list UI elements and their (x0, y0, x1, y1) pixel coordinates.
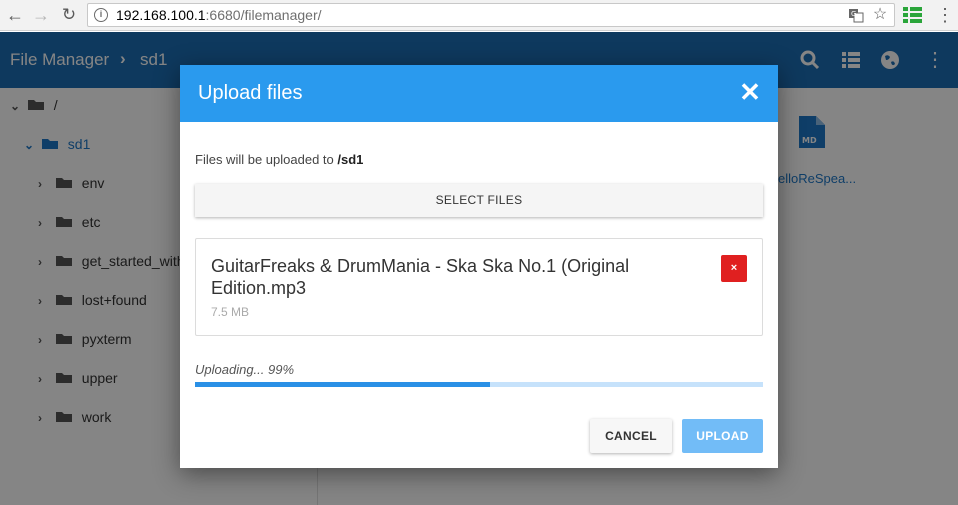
info-icon[interactable]: i (94, 8, 108, 22)
browser-menu-icon[interactable]: ⋮ (936, 4, 954, 26)
destination-text: Files will be uploaded to /sd1 (195, 152, 363, 167)
remove-file-button[interactable]: × (721, 255, 747, 282)
file-name: GuitarFreaks & DrumMania - Ska Ska No.1 … (211, 256, 630, 298)
address-bar[interactable]: i 192.168.100.1:6680/filemanager/ G ☆ (87, 3, 895, 27)
browser-toolbar: ← → ↻ i 192.168.100.1:6680/filemanager/ … (0, 0, 958, 31)
svg-text:G: G (851, 10, 856, 18)
select-files-button[interactable]: SELECT FILES (195, 184, 763, 217)
extension-icon[interactable] (903, 6, 923, 24)
translate-icon[interactable]: G (848, 7, 864, 23)
upload-button[interactable]: UPLOAD (682, 419, 763, 453)
progress-label: Uploading... 99% (195, 362, 295, 377)
upload-file-card: GuitarFreaks & DrumMania - Ska Ska No.1 … (195, 238, 763, 336)
cancel-button[interactable]: CANCEL (590, 419, 672, 453)
dialog-header: Upload files ✕ (180, 65, 778, 122)
close-icon[interactable]: ✕ (738, 79, 762, 105)
progress-bar (195, 382, 763, 387)
url-text: 192.168.100.1:6680/filemanager/ (116, 7, 322, 23)
url-host: 192.168.100.1 (116, 7, 206, 23)
star-icon[interactable]: ☆ (872, 7, 888, 23)
file-size: 7.5 MB (211, 305, 250, 319)
forward-arrow-icon[interactable]: → (30, 4, 52, 26)
destination-prefix: Files will be uploaded to (195, 152, 334, 167)
back-arrow-icon[interactable]: ← (4, 4, 26, 26)
url-path: :6680/filemanager/ (205, 7, 322, 23)
reload-icon[interactable]: ↻ (58, 4, 80, 26)
upload-dialog: Upload files ✕ Files will be uploaded to… (180, 65, 778, 468)
dialog-title: Upload files (198, 82, 303, 104)
destination-path: /sd1 (337, 152, 364, 167)
progress-fill (195, 382, 491, 387)
